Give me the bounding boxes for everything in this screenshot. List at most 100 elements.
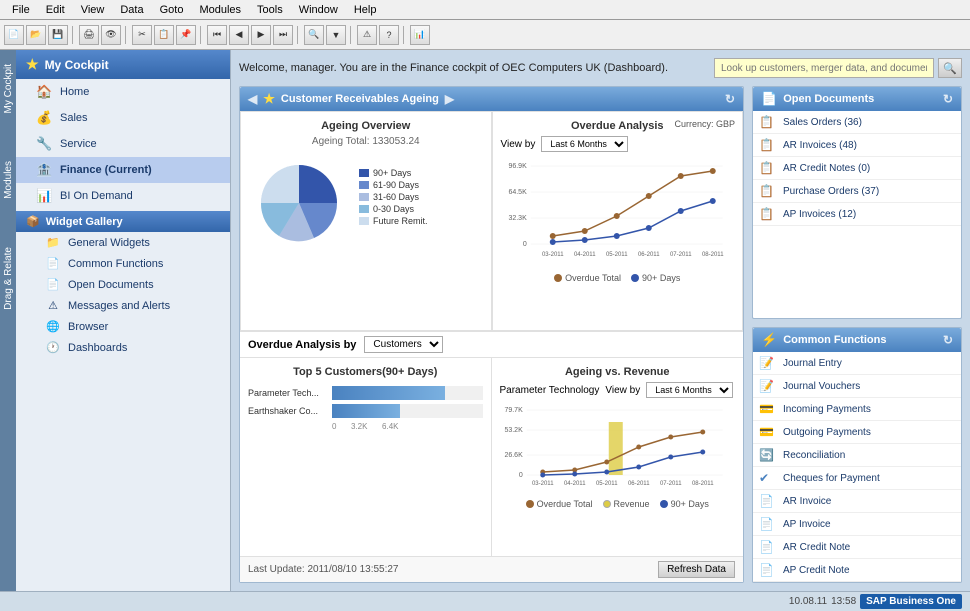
common-funcs-refresh[interactable]: ↻ (943, 333, 953, 347)
menu-tools[interactable]: Tools (249, 3, 291, 17)
doc-item-3[interactable]: 📋 Purchase Orders (37) (753, 180, 961, 203)
menu-edit[interactable]: Edit (38, 3, 73, 17)
service-icon: 🔧 (36, 136, 52, 152)
toolbar-sep-3 (200, 26, 203, 44)
sidebar-sub-opendocs[interactable]: 📄 Open Documents (16, 274, 230, 295)
revenue-bar (608, 422, 622, 475)
toolbar-next[interactable]: ▶ (251, 25, 271, 45)
toolbar-filter[interactable]: ▼ (326, 25, 346, 45)
toolbar-save[interactable]: 💾 (48, 25, 68, 45)
side-tab-drag[interactable]: Drag & Relate (1, 243, 16, 314)
sidebar-item-sales[interactable]: 💰 Sales (16, 105, 230, 131)
func-item-7[interactable]: 📄 AP Invoice (753, 513, 961, 536)
toolbar-cut[interactable]: ✂ (132, 25, 152, 45)
func-item-0[interactable]: 📝 Journal Entry (753, 352, 961, 375)
panel-nav-right[interactable]: ▶ (445, 92, 454, 106)
func-icon-4: 🔄 (759, 448, 775, 462)
func-item-5[interactable]: ✔ Cheques for Payment (753, 467, 961, 490)
doc-item-2[interactable]: 📋 AR Credit Notes (0) (753, 157, 961, 180)
func-item-1[interactable]: 📝 Journal Vouchers (753, 375, 961, 398)
bar-row-2: Earthshaker Co... (248, 404, 483, 418)
panel-refresh-icon[interactable]: ↻ (725, 92, 735, 106)
svg-text:96.9K: 96.9K (508, 163, 527, 170)
panel-nav-left[interactable]: ◀ (248, 92, 257, 106)
menu-data[interactable]: Data (112, 3, 151, 17)
toolbar-copy[interactable]: 📋 (154, 25, 174, 45)
func-item-4[interactable]: 🔄 Reconciliation (753, 444, 961, 467)
toolbar-find[interactable]: 🔍 (304, 25, 324, 45)
menu-view[interactable]: View (73, 3, 113, 17)
menu-window[interactable]: Window (291, 3, 346, 17)
pie-slice-future2 (261, 165, 299, 203)
company-label: Parameter Technology (500, 385, 600, 396)
toolbar-new[interactable]: 📄 (4, 25, 24, 45)
svg-text:79.7K: 79.7K (504, 407, 523, 414)
open-documents-panel: 📄 Open Documents ↻ 📋 Sales Orders (36) 📋 (752, 86, 962, 319)
doc-item-0[interactable]: 📋 Sales Orders (36) (753, 111, 961, 134)
sidebar-item-home[interactable]: 🏠 Home (16, 79, 230, 105)
charts-grid: Currency: GBP Ageing Overview Ageing Tot… (240, 111, 743, 556)
menu-modules[interactable]: Modules (191, 3, 249, 17)
sidebar-sub-browser[interactable]: 🌐 Browser (16, 316, 230, 337)
func-item-9[interactable]: 📄 AP Credit Note (753, 559, 961, 582)
search-input[interactable] (714, 58, 934, 78)
toolbar-preview[interactable]: 👁 (101, 25, 121, 45)
alert-icon: ⚠ (46, 299, 60, 312)
menu-file[interactable]: File (4, 3, 38, 17)
side-tab-modules[interactable]: Modules (1, 157, 16, 203)
toolbar-paste[interactable]: 📌 (176, 25, 196, 45)
menu-help[interactable]: Help (346, 3, 385, 17)
ageing-period-select[interactable]: Last 6 Months (646, 382, 733, 398)
toolbar-last[interactable]: ⏭ (273, 25, 293, 45)
doc-icon: 📄 (46, 257, 60, 270)
pie-legend: 90+ Days 61-90 Days 31-60 Days 0-30 Days… (359, 168, 428, 228)
common-funcs-list: 📝 Journal Entry 📝 Journal Vouchers 💳 Inc… (753, 352, 961, 582)
ageing-revenue-legend: Overdue Total Revenue 90+ Days (500, 499, 736, 509)
func-item-6[interactable]: 📄 AR Invoice (753, 490, 961, 513)
func-item-3[interactable]: 💳 Outgoing Payments (753, 421, 961, 444)
legend-0to30: 0-30 Days (359, 204, 428, 214)
toolbar-first[interactable]: ⏮ (207, 25, 227, 45)
status-right: 10.08.11 13:58 SAP Business One (789, 594, 962, 609)
sidebar-title: My Cockpit (45, 58, 109, 72)
cockpit-icon: ★ (26, 56, 39, 73)
ageing-revenue-cell: Ageing vs. Revenue Parameter Technology … (492, 358, 744, 556)
sidebar-sub-messages[interactable]: ⚠ Messages and Alerts (16, 295, 230, 316)
toolbar-open[interactable]: 📂 (26, 25, 46, 45)
svg-text:03-2011: 03-2011 (531, 481, 553, 487)
svg-text:64.5K: 64.5K (508, 189, 527, 196)
func-item-8[interactable]: 📄 AR Credit Note (753, 536, 961, 559)
sidebar-sub-general[interactable]: 📁 General Widgets (16, 232, 230, 253)
svg-text:06-2011: 06-2011 (627, 481, 649, 487)
doc-icon-3: 📋 (759, 184, 775, 198)
search-button[interactable]: 🔍 (938, 58, 962, 78)
menu-goto[interactable]: Goto (152, 3, 192, 17)
sidebar-widget-gallery[interactable]: 📦 Widget Gallery (16, 211, 230, 232)
doc-icon-1: 📋 (759, 138, 775, 152)
bar-axis: 0 3.2K 6.4K (248, 422, 483, 431)
toolbar-print[interactable]: 🖨 (79, 25, 99, 45)
toolbar-alert[interactable]: ⚠ (357, 25, 377, 45)
svg-text:08-2011: 08-2011 (701, 252, 723, 258)
sidebar-item-bi[interactable]: 📊 BI On Demand (16, 183, 230, 209)
toolbar-prev[interactable]: ◀ (229, 25, 249, 45)
folder-icon: 📁 (46, 236, 60, 249)
sidebar-item-service[interactable]: 🔧 Service (16, 131, 230, 157)
sidebar-sub-common[interactable]: 📄 Common Functions (16, 253, 230, 274)
toolbar-extra[interactable]: 📊 (410, 25, 430, 45)
overdue-category-select[interactable]: Customers (364, 336, 443, 353)
func-icon-5: ✔ (759, 471, 775, 485)
period-select[interactable]: Last 6 Months (541, 136, 628, 152)
widget-gallery-icon: 📦 (26, 215, 40, 228)
side-tab-cockpit[interactable]: My Cockpit (1, 60, 16, 117)
sidebar-sub-dashboards[interactable]: 🕐 Dashboards (16, 337, 230, 358)
doc-item-4[interactable]: 📋 AP Invoices (12) (753, 203, 961, 226)
sidebar-item-finance[interactable]: 🏦 Finance (Current) (16, 157, 230, 183)
func-item-2[interactable]: 💳 Incoming Payments (753, 398, 961, 421)
toolbar-help[interactable]: ? (379, 25, 399, 45)
open-docs-refresh[interactable]: ↻ (943, 92, 953, 106)
welcome-bar: Welcome, manager. You are in the Finance… (239, 58, 962, 78)
view-by-label: View by (501, 139, 536, 150)
refresh-button[interactable]: Refresh Data (658, 561, 735, 578)
doc-item-1[interactable]: 📋 AR Invoices (48) (753, 134, 961, 157)
